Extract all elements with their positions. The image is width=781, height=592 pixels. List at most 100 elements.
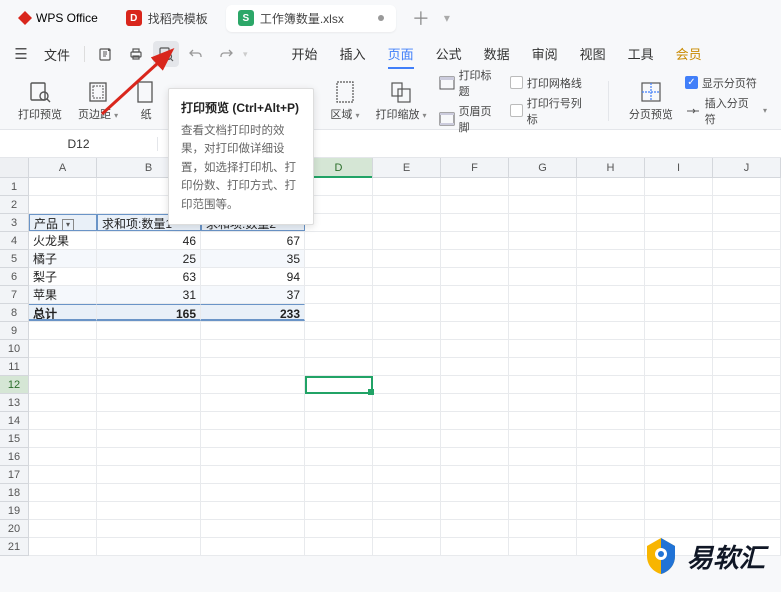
- cell[interactable]: [645, 520, 713, 537]
- tab-home[interactable]: 开始: [292, 40, 318, 69]
- cell[interactable]: [645, 340, 713, 357]
- undo-icon[interactable]: [183, 41, 209, 67]
- cell[interactable]: [713, 340, 781, 357]
- cell[interactable]: [509, 358, 577, 375]
- cell[interactable]: [29, 394, 97, 411]
- tab-insert[interactable]: 插入: [340, 40, 366, 69]
- cell[interactable]: [645, 304, 713, 321]
- cell[interactable]: [201, 466, 305, 483]
- cell[interactable]: [645, 286, 713, 303]
- cell[interactable]: 25: [97, 250, 201, 267]
- cell[interactable]: [577, 196, 645, 213]
- row-header-12[interactable]: 12: [0, 376, 28, 394]
- col-header-D[interactable]: D: [305, 158, 373, 177]
- cell[interactable]: [305, 286, 373, 303]
- cell[interactable]: [29, 358, 97, 375]
- cell[interactable]: [713, 214, 781, 231]
- row-header-10[interactable]: 10: [0, 340, 28, 358]
- cell[interactable]: [441, 520, 509, 537]
- row-header-17[interactable]: 17: [0, 466, 28, 484]
- row-header-16[interactable]: 16: [0, 448, 28, 466]
- cell[interactable]: [713, 196, 781, 213]
- cell[interactable]: [305, 376, 373, 393]
- cell[interactable]: [441, 268, 509, 285]
- export-icon[interactable]: [93, 41, 119, 67]
- cell[interactable]: [509, 232, 577, 249]
- cell[interactable]: [373, 250, 441, 267]
- cell[interactable]: [441, 322, 509, 339]
- cell[interactable]: [577, 358, 645, 375]
- margins-button[interactable]: 页边距 ▾: [74, 80, 122, 122]
- cell[interactable]: [305, 448, 373, 465]
- cell[interactable]: [373, 214, 441, 231]
- paper-button[interactable]: 纸: [130, 80, 162, 122]
- cell[interactable]: [441, 340, 509, 357]
- cell[interactable]: [305, 358, 373, 375]
- row-header-20[interactable]: 20: [0, 520, 28, 538]
- cell[interactable]: [305, 268, 373, 285]
- cell[interactable]: 35: [201, 250, 305, 267]
- print-rowcol-checkbox[interactable]: 打印行号列标: [510, 95, 592, 127]
- cell[interactable]: [97, 484, 201, 501]
- cell[interactable]: [29, 322, 97, 339]
- cell[interactable]: [577, 286, 645, 303]
- cell[interactable]: [305, 412, 373, 429]
- print-zoom-button[interactable]: 打印缩放 ▾: [371, 80, 430, 122]
- cell[interactable]: [713, 376, 781, 393]
- col-header-F[interactable]: F: [441, 158, 509, 177]
- row-header-2[interactable]: 2: [0, 196, 28, 214]
- cell[interactable]: [97, 412, 201, 429]
- cell[interactable]: [577, 178, 645, 195]
- tab-workbook[interactable]: S 工作簿数量.xlsx: [226, 5, 396, 32]
- row-header-8[interactable]: 8: [0, 304, 28, 322]
- menu-icon[interactable]: ☰: [8, 41, 34, 67]
- cell[interactable]: [509, 394, 577, 411]
- col-header-I[interactable]: I: [645, 158, 713, 177]
- cell[interactable]: [373, 538, 441, 555]
- print-gridlines-checkbox[interactable]: 打印网格线: [510, 75, 592, 91]
- cell[interactable]: [577, 376, 645, 393]
- cell[interactable]: [509, 520, 577, 537]
- tab-tools[interactable]: 工具: [628, 40, 654, 69]
- cell[interactable]: [29, 448, 97, 465]
- cell[interactable]: [373, 430, 441, 447]
- row-header-1[interactable]: 1: [0, 178, 28, 196]
- cell[interactable]: [441, 448, 509, 465]
- cell[interactable]: [305, 340, 373, 357]
- insert-breaks-button[interactable]: 插入分页符▾: [685, 95, 767, 127]
- cell[interactable]: [97, 448, 201, 465]
- cell[interactable]: 31: [97, 286, 201, 303]
- cell[interactable]: [29, 430, 97, 447]
- cell[interactable]: 67: [201, 232, 305, 249]
- tab-template-store[interactable]: D 找稻壳模板: [114, 5, 220, 32]
- row-header-3[interactable]: 3: [0, 214, 28, 232]
- cell[interactable]: [441, 502, 509, 519]
- cell[interactable]: [577, 520, 645, 537]
- cell[interactable]: [713, 448, 781, 465]
- row-header-13[interactable]: 13: [0, 394, 28, 412]
- cell[interactable]: [509, 538, 577, 555]
- row-header-7[interactable]: 7: [0, 286, 28, 304]
- cell[interactable]: [645, 358, 713, 375]
- cell[interactable]: [29, 466, 97, 483]
- cell[interactable]: [201, 322, 305, 339]
- cell[interactable]: [201, 448, 305, 465]
- cell[interactable]: [645, 214, 713, 231]
- cell[interactable]: [509, 340, 577, 357]
- cell[interactable]: [577, 538, 645, 555]
- cell[interactable]: [577, 412, 645, 429]
- cell[interactable]: [305, 322, 373, 339]
- cell[interactable]: [441, 196, 509, 213]
- cell[interactable]: [373, 232, 441, 249]
- spreadsheet-grid[interactable]: ABCDEFGHIJ 12345678910111213141516171819…: [0, 158, 781, 556]
- cell[interactable]: 苹果: [29, 286, 97, 303]
- cell[interactable]: [305, 430, 373, 447]
- cell[interactable]: [201, 502, 305, 519]
- cell[interactable]: [509, 178, 577, 195]
- cell[interactable]: [373, 340, 441, 357]
- cell[interactable]: [509, 376, 577, 393]
- cell[interactable]: [645, 502, 713, 519]
- row-header-19[interactable]: 19: [0, 502, 28, 520]
- cell[interactable]: [441, 358, 509, 375]
- cell[interactable]: [577, 322, 645, 339]
